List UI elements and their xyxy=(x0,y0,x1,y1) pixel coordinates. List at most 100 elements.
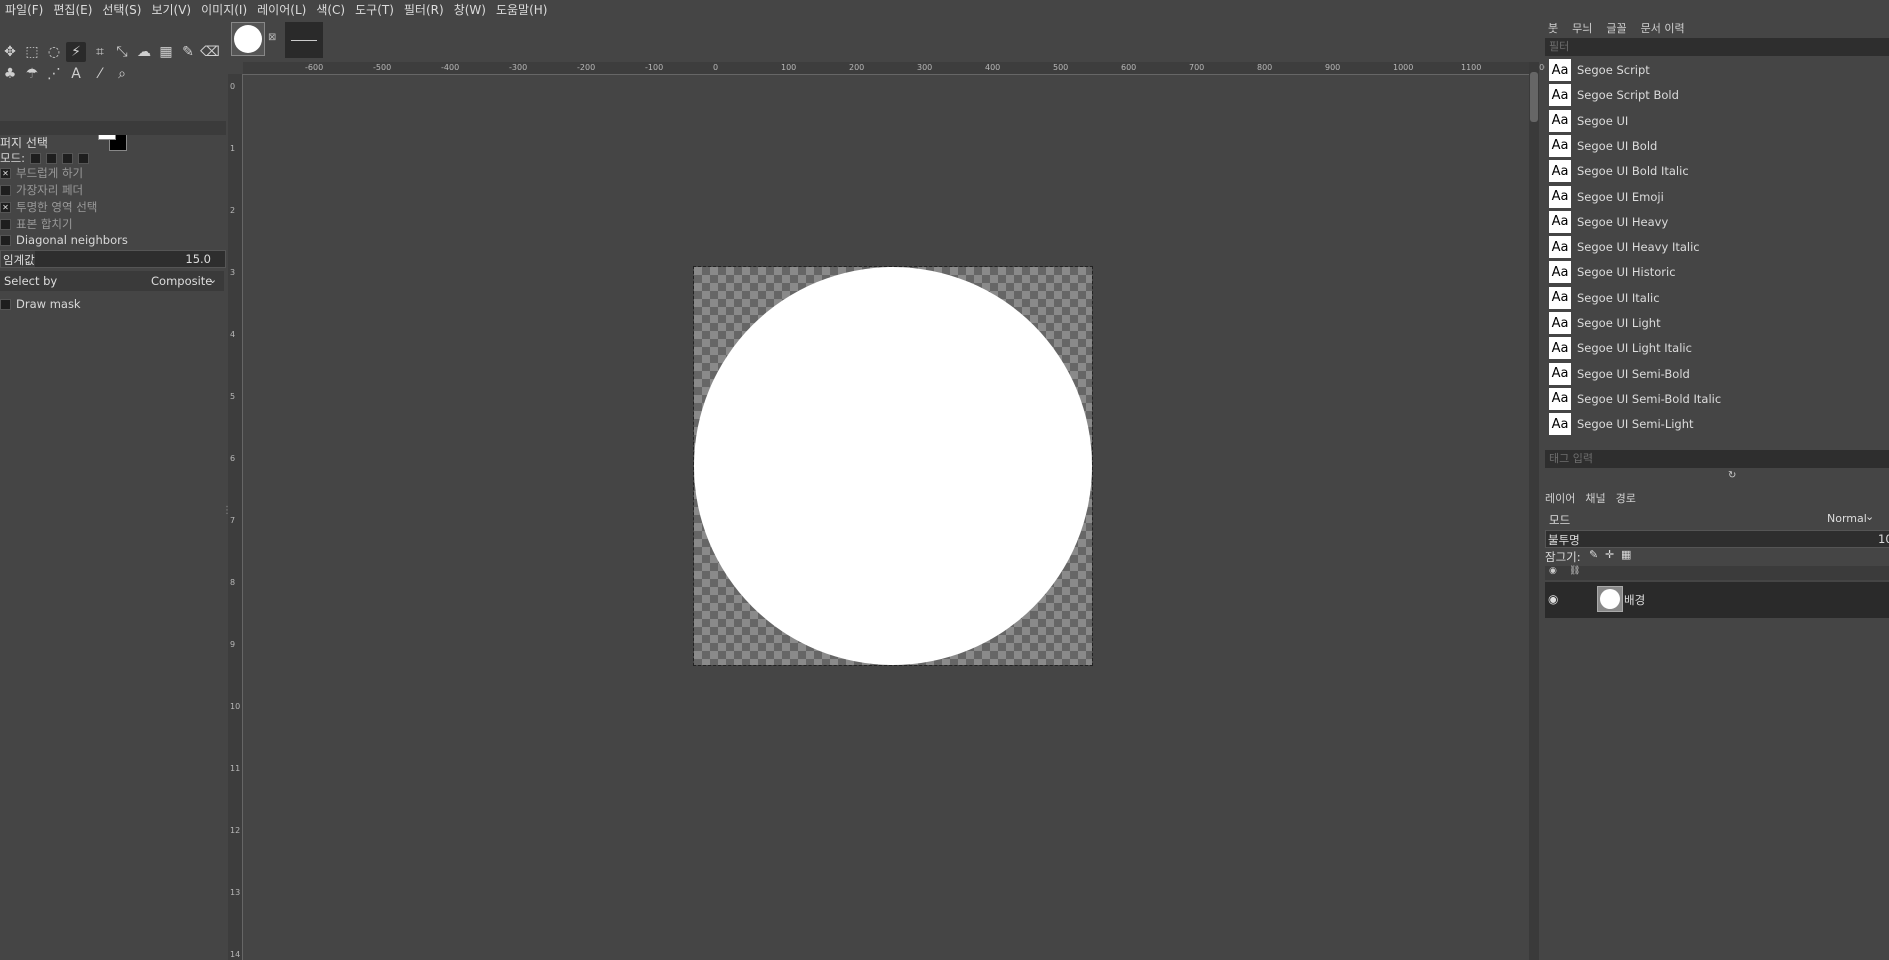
dock-tab[interactable]: 글꼴 xyxy=(1603,20,1629,36)
mode-subtract-icon[interactable] xyxy=(62,152,74,164)
font-preview-icon: Aa xyxy=(1549,312,1571,334)
transform-tool-icon[interactable]: ⤡ xyxy=(112,42,132,62)
menu-item[interactable]: 이미지(I) xyxy=(196,1,252,18)
vertical-ruler[interactable]: 0 1 2 3 4 5 6 7 8 9 10 11 12 13 14 xyxy=(228,74,243,960)
clone-tool-icon[interactable]: ♣ xyxy=(0,64,20,84)
ruler-label: 700 xyxy=(1189,63,1205,72)
menu-item[interactable]: 창(W) xyxy=(449,1,491,18)
layer-name[interactable]: 배경 xyxy=(1624,592,1645,608)
font-list-item[interactable]: Aa Segoe UI Light Italic xyxy=(1545,336,1889,360)
menu-item[interactable]: 도구(T) xyxy=(350,1,399,18)
font-list-item[interactable]: Aa Segoe UI Semi-Bold xyxy=(1545,362,1889,386)
panel-handle-icon[interactable]: ⋮ xyxy=(222,505,232,516)
menu-item[interactable]: 선택(S) xyxy=(97,1,146,18)
image-tab-thumbnail-2[interactable] xyxy=(285,22,323,58)
paths-tool-icon[interactable]: ⋰ xyxy=(44,64,64,84)
font-name: Segoe UI Bold xyxy=(1577,138,1658,153)
menu-item[interactable]: 레이어(L) xyxy=(252,1,311,18)
crop-tool-icon[interactable]: ⌗ xyxy=(90,42,110,62)
canvas-scrollbar[interactable] xyxy=(1529,62,1539,960)
refresh-icon[interactable]: ↻ xyxy=(1728,470,1736,481)
menu-item[interactable]: 보기(V) xyxy=(146,1,196,18)
font-list-item[interactable]: Aa Segoe UI xyxy=(1545,109,1889,133)
mode-replace-icon[interactable] xyxy=(30,152,42,164)
ruler-label: 5 xyxy=(230,392,236,401)
mode-add-icon[interactable] xyxy=(46,152,58,164)
font-list-item[interactable]: Aa Segoe Script xyxy=(1545,58,1889,82)
paintbrush-tool-icon[interactable]: ✎ xyxy=(178,42,198,62)
checkbox[interactable]: ✕ xyxy=(0,167,11,179)
rect-select-tool-icon[interactable]: ⬚ xyxy=(22,42,42,62)
option-checkbox-row[interactable]: 표본 합치기 xyxy=(0,216,73,232)
menubar: 파일(F) 편집(E) 선택(S) 보기(V) 이미지(I) 레이어(L) 색(C) 도구(T… xyxy=(0,0,1889,18)
font-list-item[interactable]: Aa Segoe UI Semi-Bold Italic xyxy=(1545,387,1889,411)
opacity-label: 불투명 xyxy=(1548,533,1580,547)
option-checkbox-row[interactable]: 가장자리 페더 xyxy=(0,182,83,198)
layers-tab[interactable]: 경로 xyxy=(1616,492,1636,505)
font-list: Aa Segoe Script Aa Segoe Script Bold Aa Segoe… xyxy=(1545,58,1889,450)
fuzzy-select-tool-icon[interactable]: ⚡ xyxy=(66,42,86,62)
layers-tab[interactable]: 레이어 xyxy=(1545,492,1575,505)
font-list-item[interactable]: Aa Segoe UI Heavy xyxy=(1545,210,1889,234)
image-layer-checkerboard[interactable] xyxy=(693,266,1093,666)
layer-mode-value[interactable]: Normal xyxy=(1827,512,1867,525)
menu-item[interactable]: 색(C) xyxy=(311,1,350,18)
eye-icon[interactable]: ◉ xyxy=(1548,592,1558,606)
layers-tab[interactable]: 채널 xyxy=(1585,492,1605,505)
ruler-label: 10 xyxy=(230,702,241,711)
free-select-tool-icon[interactable]: ◌ xyxy=(44,42,64,62)
color-picker-tool-icon[interactable]: ⁄ xyxy=(90,64,110,84)
eraser-tool-icon[interactable]: ⌫ xyxy=(200,42,220,62)
layer-row[interactable]: ◉ 배경 xyxy=(1545,582,1889,618)
dock-tab[interactable]: 문서 이력 xyxy=(1638,20,1688,36)
gradient-tool-icon[interactable]: ▦ xyxy=(156,42,176,62)
dock-tab[interactable]: 붓 xyxy=(1545,20,1561,36)
checkbox[interactable]: ✕ xyxy=(0,201,11,213)
ruler-label: 100 xyxy=(781,63,797,72)
option-checkbox-row[interactable]: ✕ 투명한 영역 선택 xyxy=(0,199,97,215)
font-list-item[interactable]: Aa Segoe UI Semi-Light xyxy=(1545,412,1889,436)
dock-tab[interactable]: 무늬 xyxy=(1569,20,1595,36)
opacity-spinner[interactable]: 불투명 10 xyxy=(1545,530,1889,548)
font-preview-icon: Aa xyxy=(1549,160,1571,183)
text-tool-icon[interactable]: A xyxy=(66,64,86,84)
font-preview-icon: Aa xyxy=(1549,134,1571,157)
checkbox[interactable] xyxy=(0,234,11,246)
font-list-item[interactable]: Aa Segoe UI Emoji xyxy=(1545,185,1889,209)
checkbox-label: 가장자리 페더 xyxy=(16,183,84,197)
font-list-item[interactable]: Aa Segoe UI Bold Italic xyxy=(1545,159,1889,183)
font-list-item[interactable]: Aa Segoe UI Heavy Italic xyxy=(1545,235,1889,259)
checkbox[interactable] xyxy=(0,218,11,230)
menu-item[interactable]: 편집(E) xyxy=(48,1,97,18)
menu-item[interactable]: 파일(F) xyxy=(0,1,48,18)
draw-mask-row[interactable]: Draw mask xyxy=(0,297,81,311)
tag-input[interactable]: 태그 입력 xyxy=(1545,450,1889,468)
option-checkbox-row[interactable]: ✕ 부드럽게 하기 xyxy=(0,165,83,181)
menu-item[interactable]: 도움말(H) xyxy=(491,1,553,18)
zoom-tool-icon[interactable]: ⌕ xyxy=(112,64,132,84)
horizontal-ruler[interactable]: -600 -500 -400 -300 -200 -100 0 100 200 300 400 500… xyxy=(243,62,1549,75)
warp-tool-icon[interactable]: ☁ xyxy=(134,42,154,62)
font-list-item[interactable]: Aa Segoe UI Bold xyxy=(1545,134,1889,158)
menu-item[interactable]: 필터(R) xyxy=(399,1,449,18)
lock-alpha-icon[interactable]: ▦ xyxy=(1621,548,1631,561)
canvas[interactable] xyxy=(243,75,1528,960)
draw-mask-checkbox[interactable] xyxy=(0,298,11,310)
font-filter-input[interactable]: 필터 xyxy=(1545,38,1889,56)
image-tab-thumbnail[interactable] xyxy=(231,22,265,56)
select-by-dropdown[interactable]: Select by Composite ⌄ xyxy=(0,271,224,291)
move-tool-icon[interactable]: ✥ xyxy=(0,42,20,62)
mode-intersect-icon[interactable] xyxy=(78,152,90,164)
font-list-item[interactable]: Aa Segoe UI Light xyxy=(1545,311,1889,335)
threshold-label: 임계값 xyxy=(3,253,35,267)
font-list-item[interactable]: Aa Segoe Script Bold xyxy=(1545,83,1889,107)
checkbox[interactable] xyxy=(0,184,11,196)
smudge-tool-icon[interactable]: ☂ xyxy=(22,64,42,84)
close-icon[interactable]: ⊠ xyxy=(268,32,276,43)
lock-pixels-icon[interactable]: ✎ xyxy=(1589,548,1598,561)
threshold-spinner[interactable]: 임계값 15.0 xyxy=(0,250,226,268)
option-checkbox-row[interactable]: Diagonal neighbors xyxy=(0,233,128,247)
font-list-item[interactable]: Aa Segoe UI Historic xyxy=(1545,260,1889,284)
font-list-item[interactable]: Aa Segoe UI Italic xyxy=(1545,286,1889,310)
lock-position-icon[interactable]: ✛ xyxy=(1605,548,1614,561)
